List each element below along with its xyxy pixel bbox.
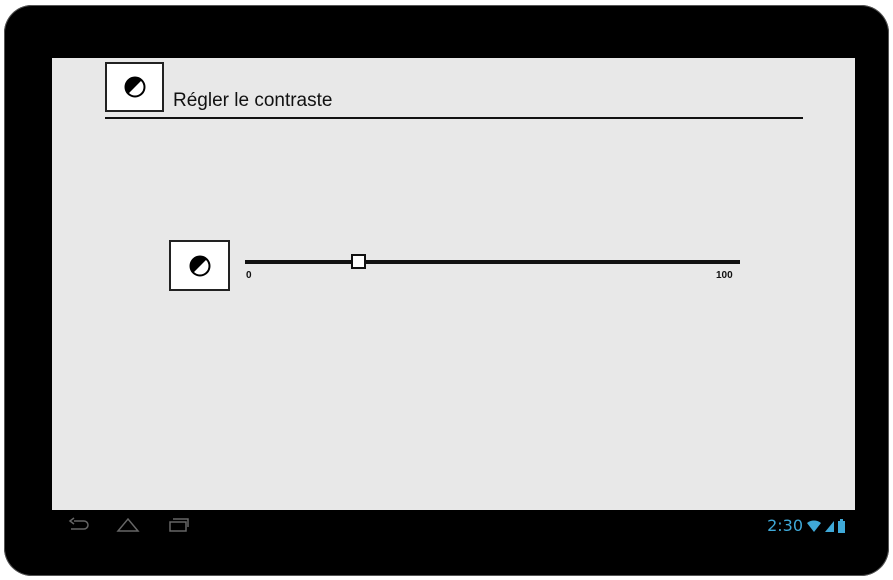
signal-icon	[825, 520, 834, 532]
system-nav-bar: 2:30	[52, 510, 855, 541]
battery-icon	[838, 518, 845, 533]
back-icon[interactable]	[65, 516, 91, 534]
recent-apps-icon[interactable]	[165, 516, 191, 534]
contrast-slider-thumb[interactable]	[351, 254, 367, 269]
contrast-slider-track[interactable]	[245, 260, 740, 264]
slider-min-label: 0	[246, 270, 252, 281]
wifi-icon	[807, 519, 821, 532]
clock: 2:30	[767, 516, 803, 535]
page-title: Régler le contraste	[173, 90, 333, 111]
title-divider	[105, 117, 803, 119]
slider-max-label: 100	[716, 270, 733, 281]
slider-contrast-icon	[169, 240, 230, 291]
status-area: 2:30	[767, 516, 845, 535]
contrast-icon	[124, 76, 145, 98]
contrast-icon	[189, 255, 210, 276]
header-contrast-icon	[105, 62, 164, 112]
home-icon[interactable]	[115, 516, 141, 534]
app-screen: Régler le contraste 0 100	[52, 58, 855, 510]
